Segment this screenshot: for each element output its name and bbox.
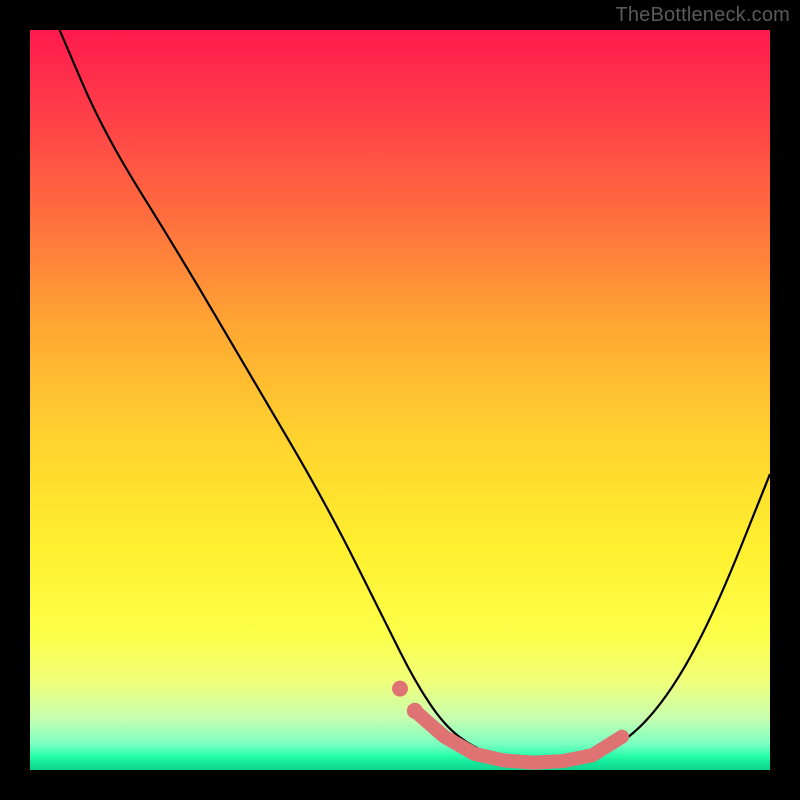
plot-area: [30, 30, 770, 770]
marker-dot-2: [407, 703, 423, 719]
optimal-range-highlight: [415, 711, 622, 763]
bottleneck-curve-svg: [30, 30, 770, 770]
watermark-text: TheBottleneck.com: [615, 4, 790, 27]
chart-frame: TheBottleneck.com: [0, 0, 800, 800]
bottleneck-curve-path: [60, 30, 770, 763]
marker-dot-1: [392, 681, 408, 697]
